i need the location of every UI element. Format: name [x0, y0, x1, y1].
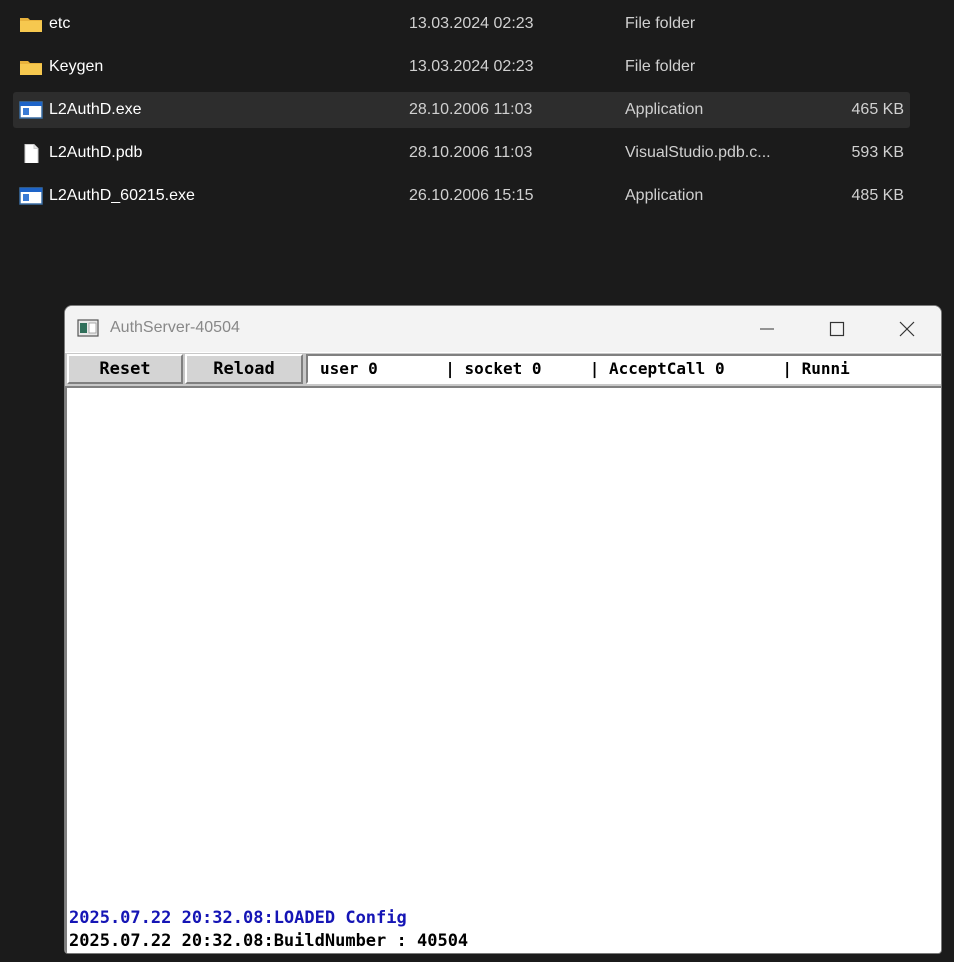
minimize-button[interactable]	[732, 306, 802, 352]
file-row-l2authd-exe[interactable]: L2AuthD.exe 28.10.2006 11:03 Application…	[13, 92, 910, 128]
file-row-l2authd-60215-exe[interactable]: L2AuthD_60215.exe 26.10.2006 15:15 Appli…	[13, 178, 910, 214]
file-date: 28.10.2006 11:03	[409, 144, 533, 161]
maximize-button[interactable]	[802, 306, 872, 352]
file-name: L2AuthD.pdb	[49, 144, 143, 161]
file-type: File folder	[625, 15, 696, 32]
close-icon	[899, 321, 915, 337]
file-type: VisualStudio.pdb.c...	[625, 144, 771, 161]
file-type: File folder	[625, 58, 696, 75]
log-line: 2025.07.22 20:32.08:LOADED Config	[69, 908, 407, 928]
log-console[interactable]: 2025.07.22 20:32.08:LOADED Config 2025.0…	[65, 386, 941, 953]
toolbar: Reset Reload user 0 | socket 0 | AcceptC…	[65, 352, 941, 386]
application-icon	[19, 101, 43, 119]
file-type: Application	[625, 101, 704, 118]
minimize-icon	[760, 328, 774, 330]
file-date: 26.10.2006 15:15	[409, 187, 534, 204]
file-size: 485 KB	[851, 187, 904, 204]
file-row-keygen[interactable]: Keygen 13.03.2024 02:23 File folder	[13, 49, 910, 85]
application-window-icon	[77, 319, 99, 337]
file-name: Keygen	[49, 58, 104, 75]
file-date: 28.10.2006 11:03	[409, 101, 533, 118]
authserver-window: AuthServer-40504 Reset Reload user 0 | s…	[64, 305, 942, 954]
application-icon	[19, 187, 43, 205]
file-date: 13.03.2024 02:23	[409, 15, 534, 32]
file-icon	[24, 144, 39, 163]
status-readout: user 0 | socket 0 | AcceptCall 0 | Runni	[306, 354, 941, 384]
file-name: L2AuthD.exe	[49, 101, 142, 118]
file-date: 13.03.2024 02:23	[409, 58, 534, 75]
file-size: 593 KB	[851, 144, 904, 161]
file-row-l2authd-pdb[interactable]: L2AuthD.pdb 28.10.2006 11:03 VisualStudi…	[13, 135, 910, 171]
window-titlebar[interactable]: AuthServer-40504	[65, 306, 941, 352]
folder-icon	[20, 18, 42, 32]
log-line: 2025.07.22 20:32.08:BuildNumber : 40504	[69, 931, 469, 951]
reload-button[interactable]: Reload	[185, 354, 303, 384]
file-row-etc[interactable]: etc 13.03.2024 02:23 File folder	[13, 6, 910, 42]
window-title: AuthServer-40504	[110, 319, 240, 336]
file-name: etc	[49, 15, 71, 32]
maximize-icon	[829, 321, 845, 337]
reset-button[interactable]: Reset	[67, 354, 183, 384]
close-button[interactable]	[872, 306, 941, 352]
file-name: L2AuthD_60215.exe	[49, 187, 195, 204]
file-type: Application	[625, 187, 704, 204]
file-size: 465 KB	[851, 101, 904, 118]
folder-icon	[20, 61, 42, 75]
